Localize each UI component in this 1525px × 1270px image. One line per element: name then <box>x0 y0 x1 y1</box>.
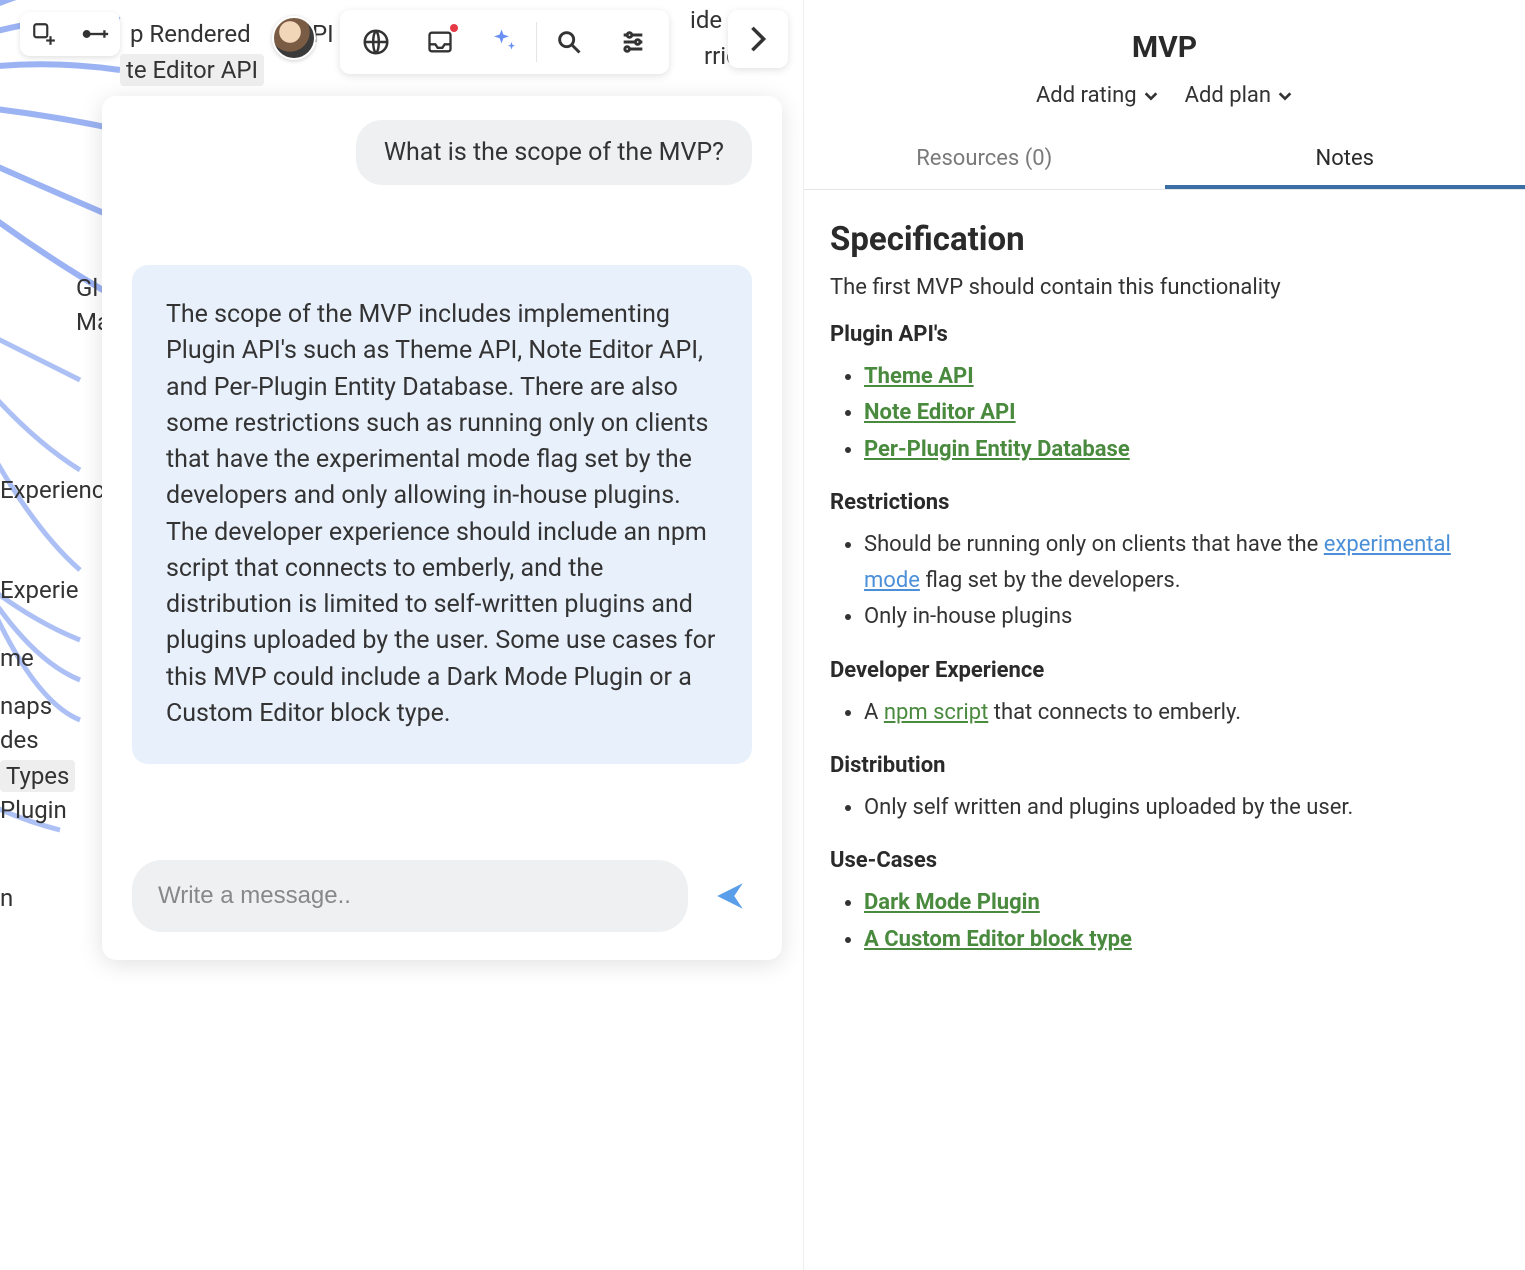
spec-subtitle: The first MVP should contain this functi… <box>830 275 1499 300</box>
chevron-down-icon <box>1143 88 1159 104</box>
text-fragment: that connects to emberly. <box>988 700 1241 725</box>
link-dark-mode-plugin[interactable]: Dark Mode Plugin <box>864 890 1040 915</box>
add-node-icon[interactable] <box>30 20 58 48</box>
tab-resources[interactable]: Resources (0) <box>804 132 1165 189</box>
link-note-editor-api[interactable]: Note Editor API <box>864 400 1016 425</box>
sidebar-tabs: Resources (0) Notes <box>804 132 1525 190</box>
inbox-icon[interactable] <box>408 16 472 68</box>
bg-node-experience-1: Experienc <box>0 476 104 504</box>
notification-dot <box>450 24 458 32</box>
add-rating-label: Add rating <box>1036 83 1137 108</box>
expand-chevron-icon[interactable] <box>728 10 788 68</box>
bg-node-n: n <box>0 884 13 912</box>
list-item: Only self written and plugins uploaded b… <box>864 790 1499 826</box>
details-sidebar: MVP Add rating Add plan Resources (0) No… <box>803 0 1525 1270</box>
spec-heading: Specification <box>830 220 1499 259</box>
bg-node-editor-api: te Editor API <box>120 54 264 86</box>
bg-node-ide: ide <box>690 6 722 34</box>
bg-node-types: Types <box>0 760 75 792</box>
ai-sparkle-icon[interactable] <box>472 16 536 68</box>
list-item: A npm script that connects to emberly. <box>864 695 1499 731</box>
link-npm-script[interactable]: npm script <box>884 700 988 725</box>
send-button[interactable] <box>708 874 752 918</box>
sidebar-actions: Add rating Add plan <box>804 83 1525 132</box>
bg-node-global: Gl <box>76 274 98 302</box>
bg-node-naps: naps <box>0 692 52 720</box>
bg-node-me: me <box>0 644 34 672</box>
heading-use-cases: Use-Cases <box>830 848 1499 873</box>
add-rating-button[interactable]: Add rating <box>1036 83 1159 108</box>
chat-input-row <box>102 842 782 960</box>
list-item: Should be running only on clients that h… <box>864 527 1499 600</box>
chat-input[interactable] <box>132 860 688 932</box>
text-fragment: flag set by the developers. <box>920 568 1181 593</box>
heading-plugin-apis: Plugin API's <box>830 322 1499 347</box>
bg-node-des: des <box>0 726 39 754</box>
top-left-toolbar <box>20 12 120 56</box>
chevron-down-icon <box>1277 88 1293 104</box>
bg-node-plugin: Plugin <box>0 796 67 824</box>
tab-notes[interactable]: Notes <box>1165 132 1525 189</box>
text-fragment: Should be running only on clients that h… <box>864 532 1324 557</box>
search-icon[interactable] <box>537 16 601 68</box>
heading-distribution: Distribution <box>830 753 1499 778</box>
list-item: A Custom Editor block type <box>864 922 1499 958</box>
text-fragment: A <box>864 700 884 725</box>
link-theme-api[interactable]: Theme API <box>864 364 974 389</box>
bg-node-experience-2: Experie <box>0 576 78 604</box>
sidebar-title: MVP <box>804 0 1525 83</box>
center-toolbar <box>340 10 669 74</box>
chat-panel: What is the scope of the MVP? The scope … <box>102 96 782 960</box>
ai-message: The scope of the MVP includes implementi… <box>132 265 752 764</box>
connect-node-icon[interactable] <box>82 20 110 48</box>
heading-dev-experience: Developer Experience <box>830 658 1499 683</box>
heading-restrictions: Restrictions <box>830 490 1499 515</box>
list-item: Only in-house plugins <box>864 599 1499 635</box>
add-plan-button[interactable]: Add plan <box>1185 83 1293 108</box>
globe-icon[interactable] <box>344 16 408 68</box>
user-message: What is the scope of the MVP? <box>356 120 752 185</box>
list-item: Theme API <box>864 359 1499 395</box>
bg-node-rendered: p Rendered <box>130 20 251 48</box>
list-item: Dark Mode Plugin <box>864 885 1499 921</box>
list-item: Per-Plugin Entity Database <box>864 432 1499 468</box>
settings-sliders-icon[interactable] <box>601 16 665 68</box>
avatar[interactable] <box>272 16 316 60</box>
link-per-plugin-db[interactable]: Per-Plugin Entity Database <box>864 437 1130 462</box>
list-item: Note Editor API <box>864 395 1499 431</box>
link-custom-editor-block[interactable]: A Custom Editor block type <box>864 927 1132 952</box>
chat-scroll: What is the scope of the MVP? The scope … <box>102 96 782 842</box>
add-plan-label: Add plan <box>1185 83 1271 108</box>
notes-content: Specification The first MVP should conta… <box>804 190 1525 994</box>
